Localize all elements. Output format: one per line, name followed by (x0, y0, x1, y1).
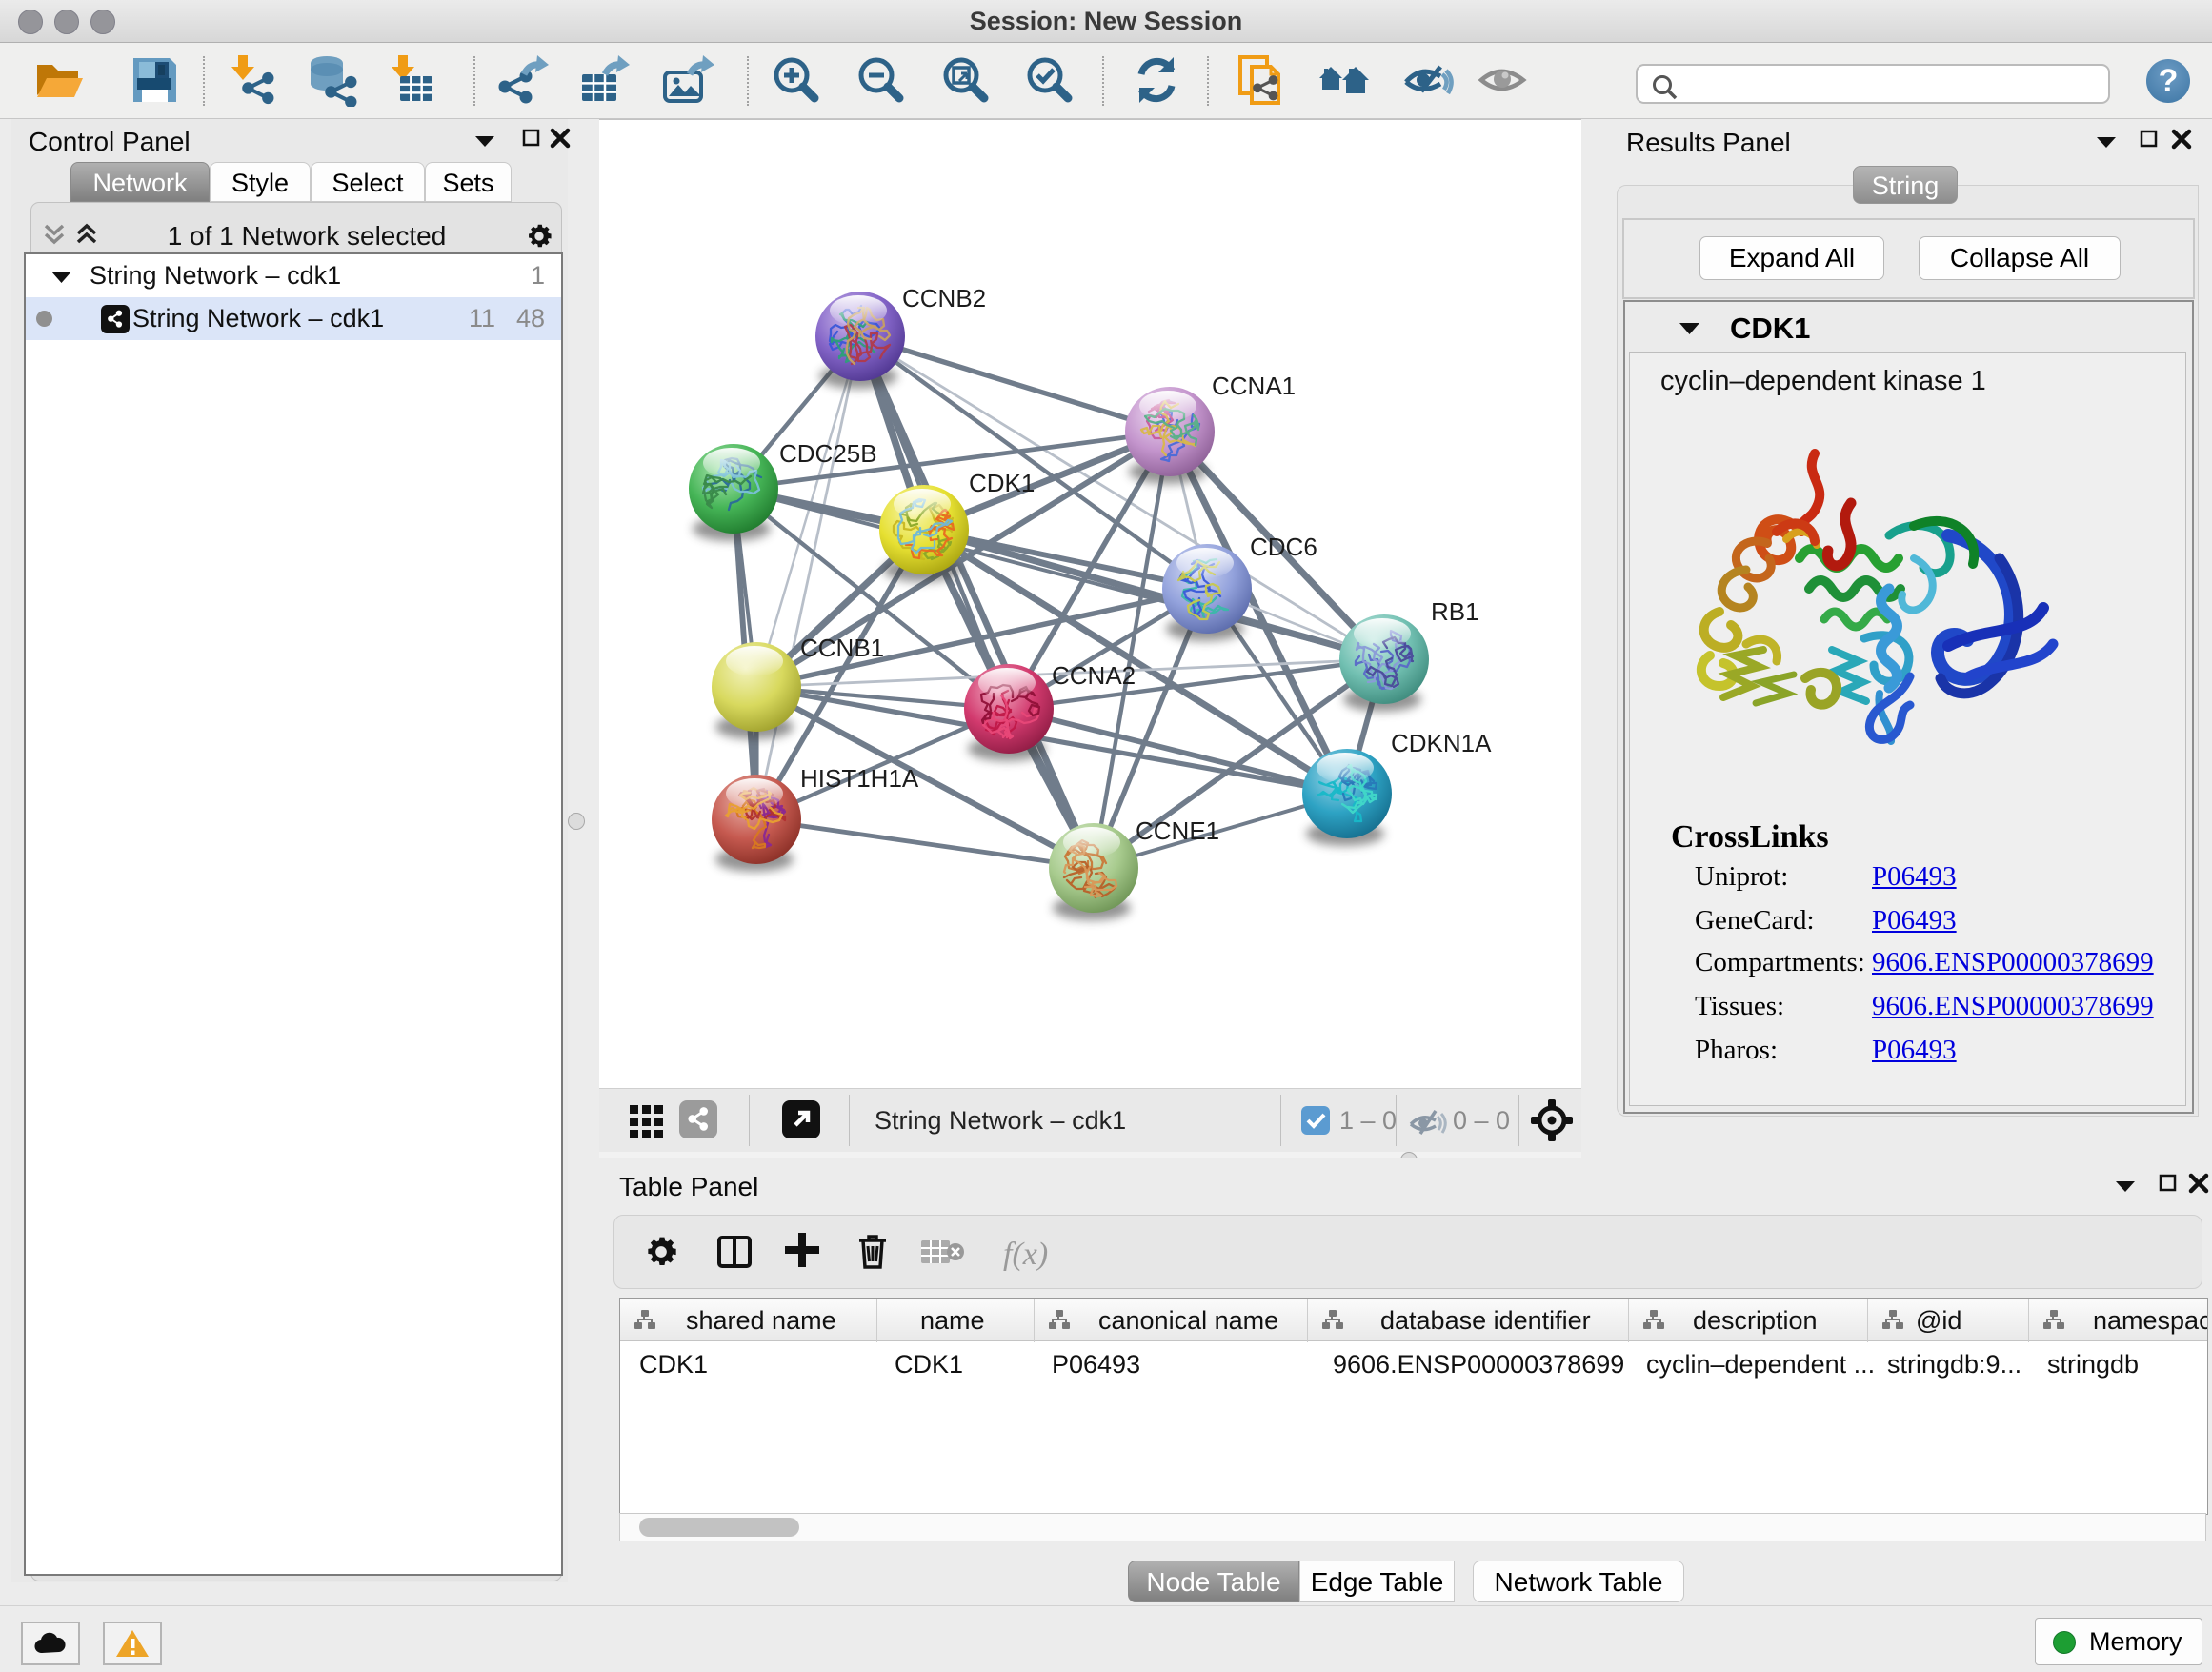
svg-text:CCNA2: CCNA2 (1052, 661, 1136, 690)
svg-text:CCNB2: CCNB2 (902, 284, 986, 312)
svg-text:CDK1: CDK1 (969, 469, 1035, 497)
svg-text:HIST1H1A: HIST1H1A (800, 764, 919, 793)
svg-text:CDC6: CDC6 (1250, 533, 1317, 561)
svg-text:CCNA1: CCNA1 (1212, 372, 1296, 400)
svg-text:CCNE1: CCNE1 (1136, 816, 1219, 845)
svg-text:CDKN1A: CDKN1A (1391, 729, 1492, 757)
svg-text:RB1: RB1 (1431, 597, 1479, 626)
svg-text:CDC25B: CDC25B (779, 439, 877, 468)
svg-text:f(x): f(x) (1003, 1237, 1048, 1272)
svg-text:CCNB1: CCNB1 (800, 634, 884, 662)
